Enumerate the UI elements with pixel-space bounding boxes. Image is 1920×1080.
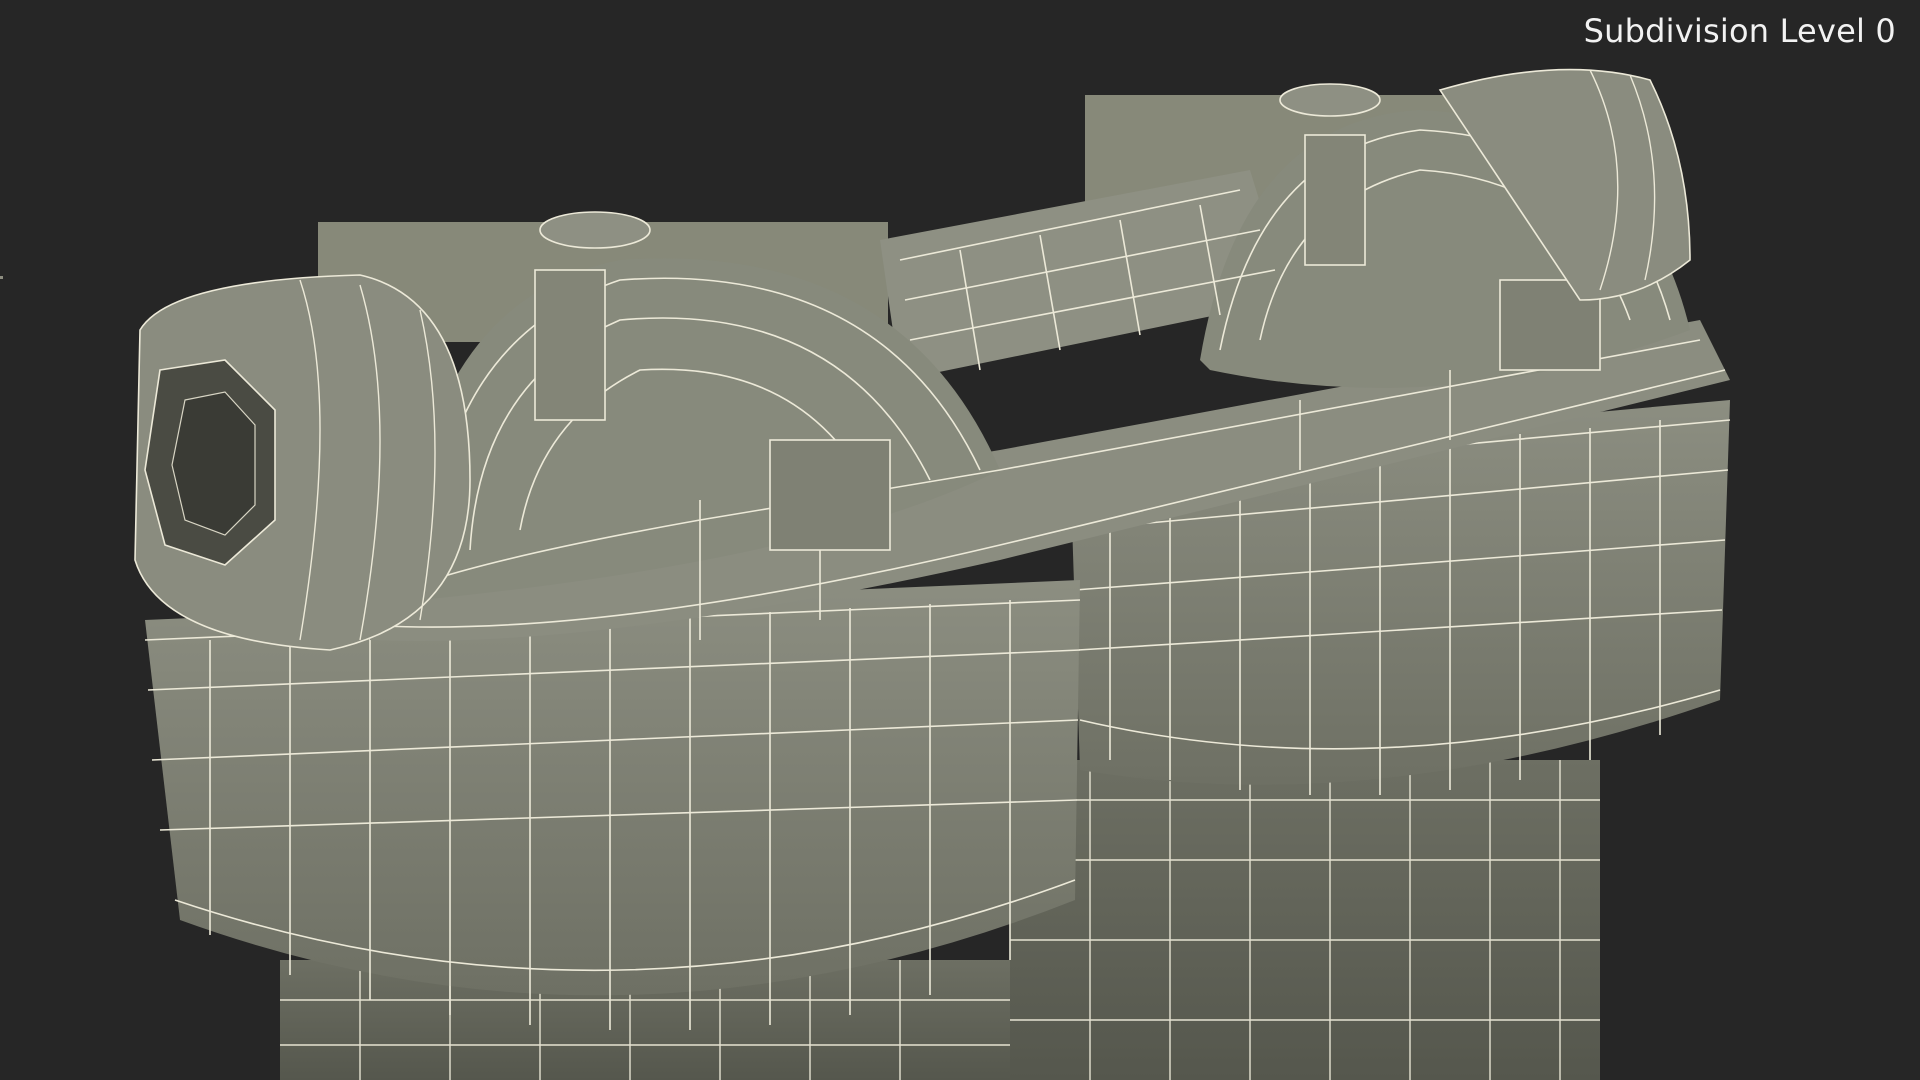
wireframe-render	[134, 68, 1731, 1080]
render-viewport: Subdivision Level 0	[0, 0, 1920, 1080]
subdivision-level-label: Subdivision Level 0	[1583, 12, 1896, 50]
edge-artifact	[0, 276, 3, 279]
inlet-port	[134, 274, 471, 651]
right-housing-cylinder	[1010, 760, 1600, 1080]
